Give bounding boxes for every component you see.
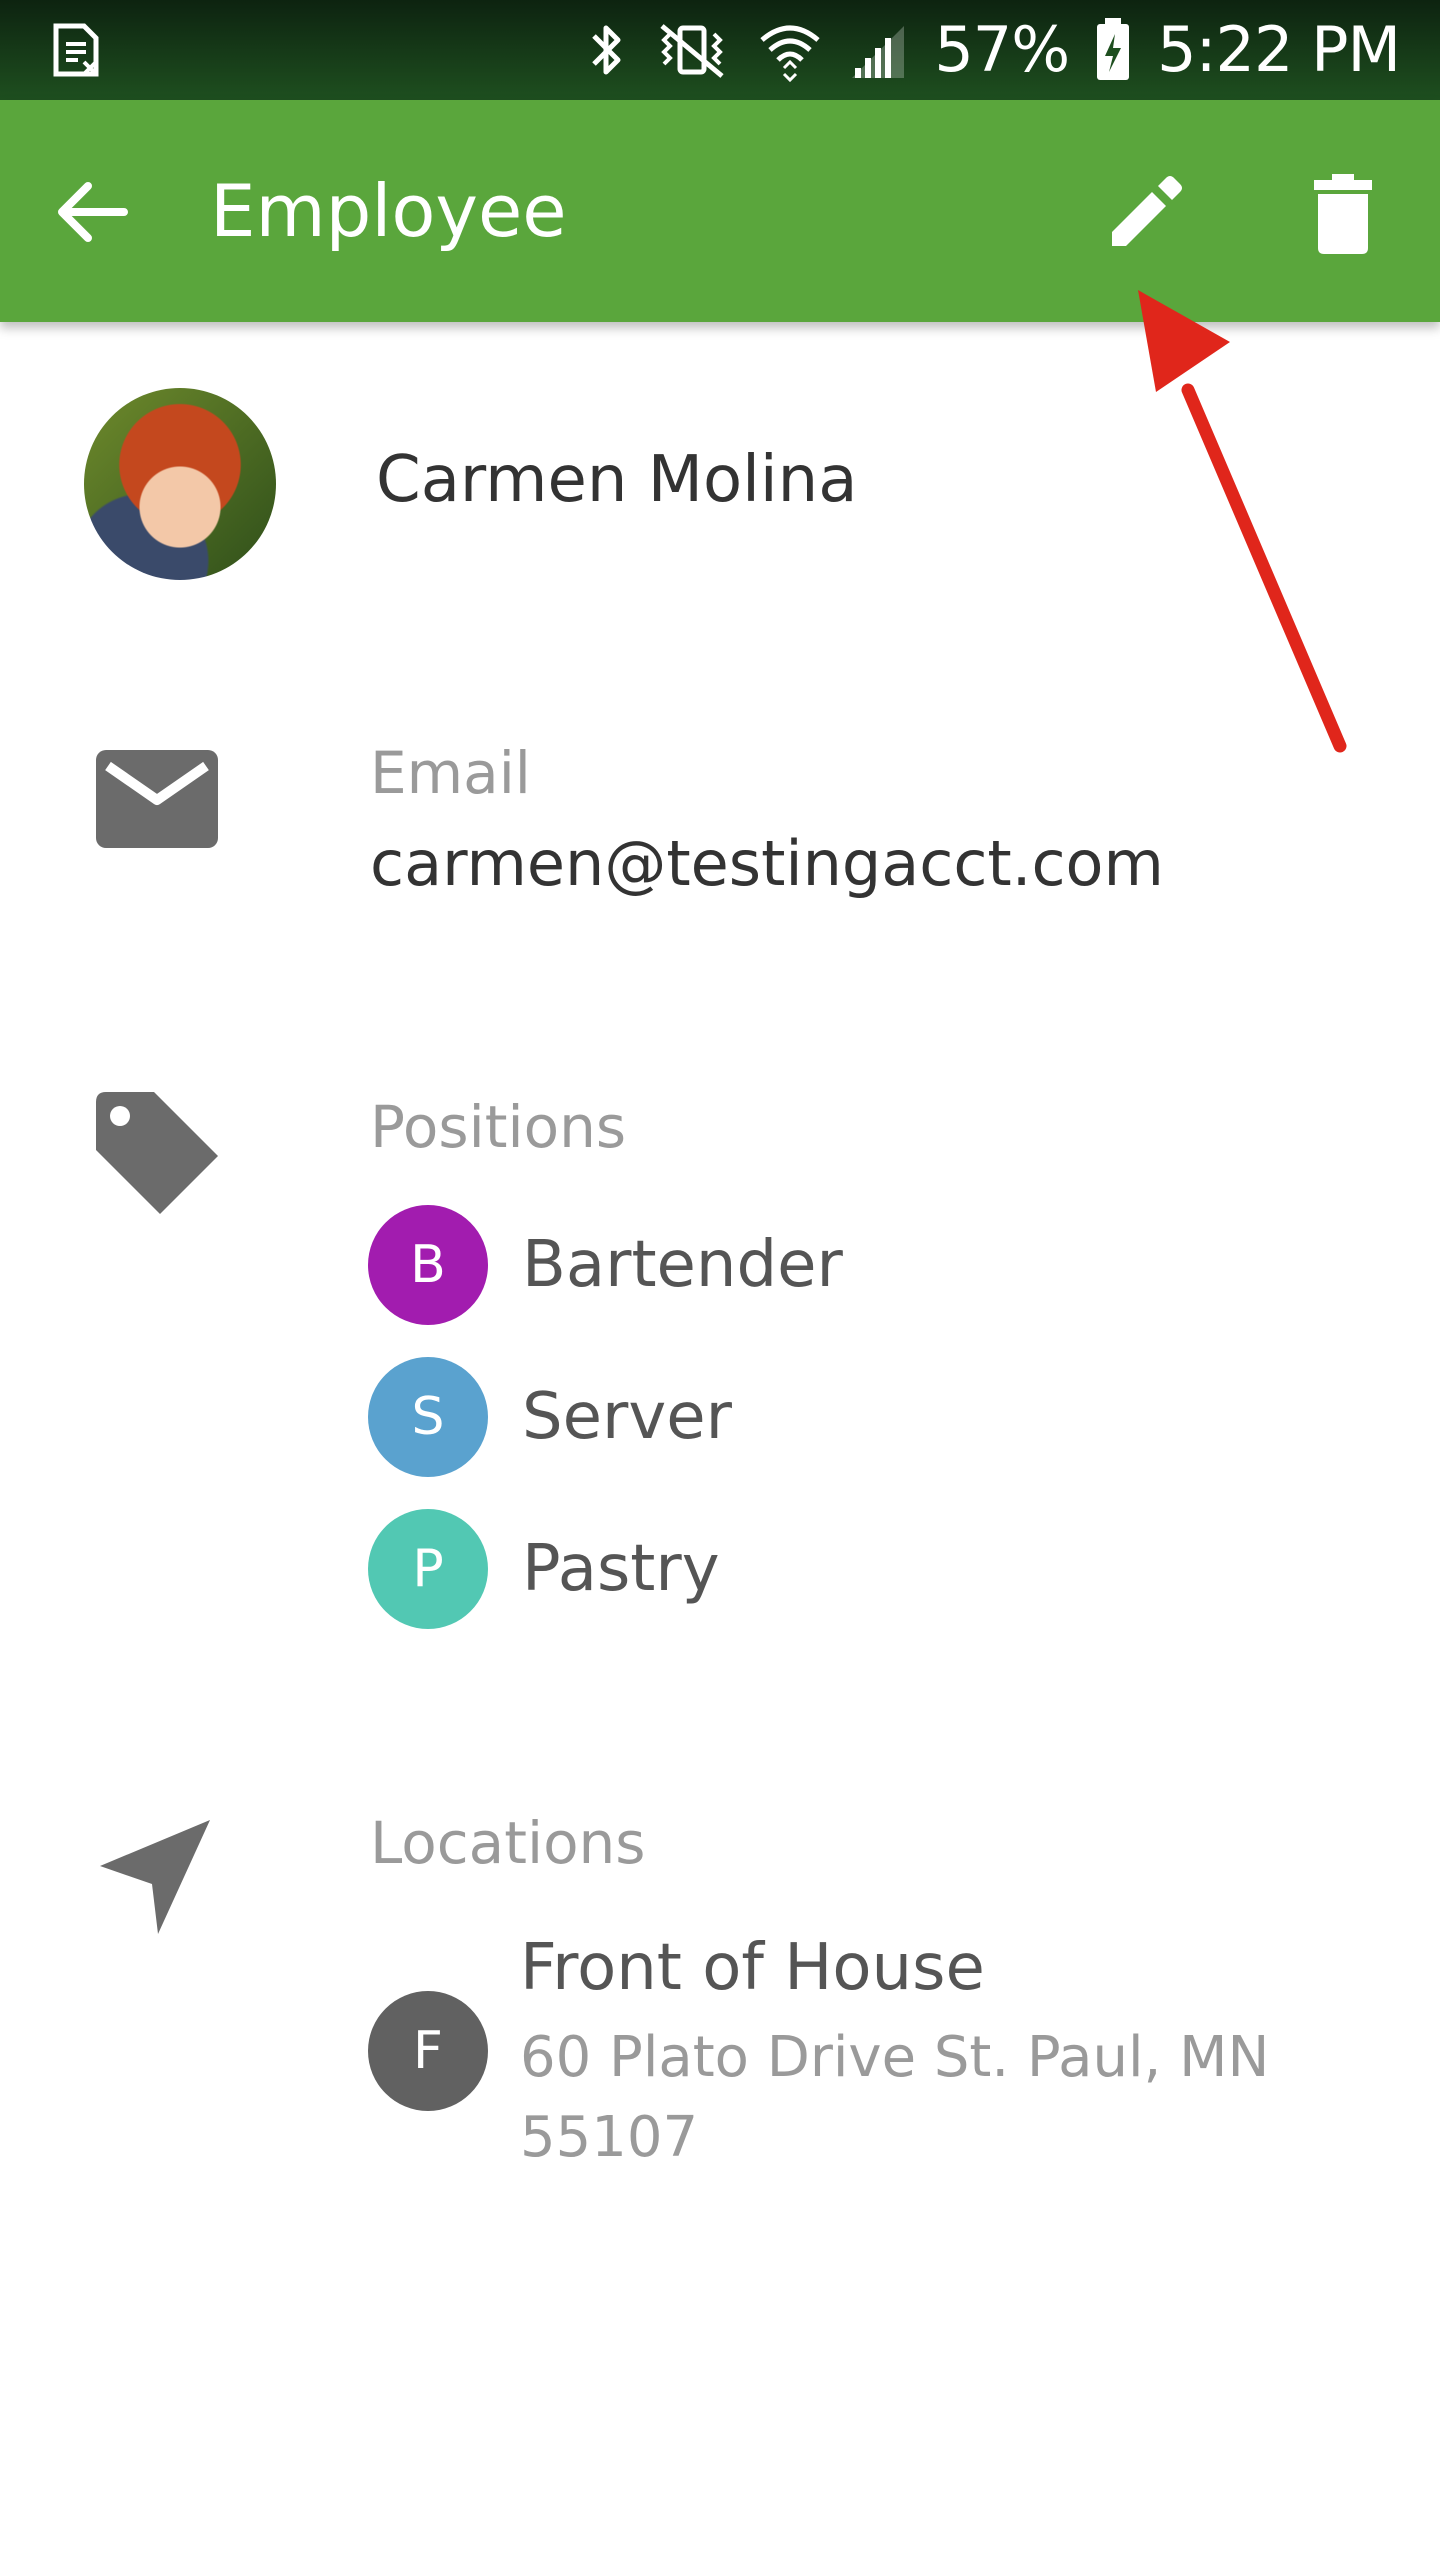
location-arrow-icon — [100, 1820, 210, 1934]
employee-avatar — [84, 388, 276, 580]
position-chip: S — [368, 1357, 488, 1477]
status-bar: 57% 5:22 PM — [0, 0, 1440, 100]
email-value[interactable]: carmen@testingacct.com — [370, 824, 1164, 904]
position-chip: P — [368, 1509, 488, 1629]
clock: 5:22 PM — [1157, 13, 1401, 86]
position-chip: B — [368, 1205, 488, 1325]
battery-charging-icon — [1097, 18, 1130, 80]
edit-pencil-icon[interactable] — [1102, 170, 1188, 256]
bluetooth-icon — [592, 25, 621, 75]
position-name: Pastry — [522, 1532, 720, 1606]
position-name: Server — [522, 1380, 732, 1454]
position-item: S Server — [368, 1356, 732, 1478]
email-envelope-icon — [96, 750, 218, 848]
battery-percent: 57% — [934, 13, 1070, 86]
locations-label: Locations — [370, 1809, 646, 1877]
wifi-icon — [760, 25, 820, 82]
location-chip: F — [368, 1991, 488, 2111]
sim-card-icon — [53, 23, 99, 77]
email-label: Email — [370, 739, 531, 807]
back-arrow-icon[interactable] — [50, 170, 134, 254]
trash-icon[interactable] — [1300, 170, 1386, 256]
position-item: P Pastry — [368, 1508, 720, 1630]
positions-label: Positions — [370, 1093, 627, 1161]
position-name: Bartender — [522, 1228, 843, 1302]
vibrate-mute-icon — [660, 24, 724, 78]
employee-name: Carmen Molina — [376, 443, 858, 517]
position-item: B Bartender — [368, 1204, 843, 1326]
page-title: Employee — [210, 169, 567, 253]
tag-icon — [96, 1092, 218, 1214]
location-item: F — [368, 1990, 488, 2112]
location-name: Front of House — [520, 1931, 985, 2005]
cell-signal-icon — [852, 26, 905, 78]
location-address: 60 Plato Drive St. Paul, MN 55107 — [520, 2025, 1270, 2170]
annotation-arrow — [1138, 290, 1347, 753]
